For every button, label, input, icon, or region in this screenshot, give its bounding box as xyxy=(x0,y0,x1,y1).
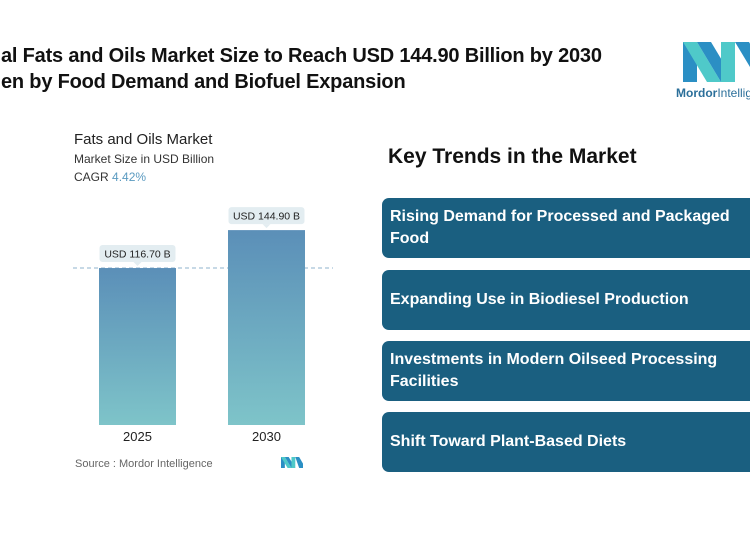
trend-card: Rising Demand for Processed and Packaged… xyxy=(382,198,750,258)
data-label: USD 144.90 B xyxy=(233,211,300,223)
key-trends-heading: Key Trends in the Market xyxy=(388,145,637,168)
trend-card: Shift Toward Plant-Based Diets xyxy=(382,412,750,472)
trend-card: Expanding Use in Biodiesel Production xyxy=(382,270,750,330)
data-label: USD 116.70 B xyxy=(104,249,170,261)
chart-source: Source : Mordor Intelligence xyxy=(75,458,213,470)
x-tick-label: 2030 xyxy=(252,429,281,444)
trend-card: Investments in Modern Oilseed Processing… xyxy=(382,341,750,401)
bar-2030 xyxy=(228,230,305,425)
data-label-pointer xyxy=(262,224,271,229)
data-label-pointer xyxy=(133,262,142,267)
bar-2025 xyxy=(99,268,176,425)
mordor-small-logo-icon xyxy=(281,457,303,468)
x-tick-label: 2025 xyxy=(123,429,152,444)
